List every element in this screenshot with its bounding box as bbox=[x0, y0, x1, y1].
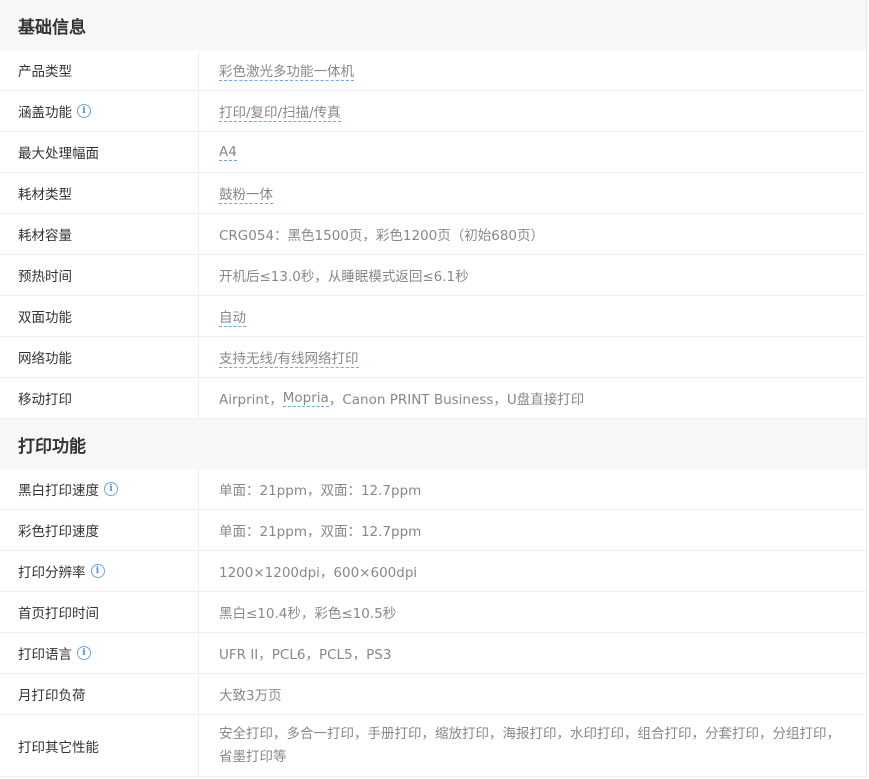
spec-row: 涵盖功能 i 打印/复印/扫描/传真 bbox=[0, 91, 866, 132]
spec-value-link[interactable]: Mopria bbox=[282, 390, 329, 407]
spec-label: 打印语言 i bbox=[0, 633, 199, 673]
spec-value: 鼓粉一体 bbox=[199, 173, 866, 213]
section-title-print: 打印功能 bbox=[0, 419, 866, 469]
spec-label: 移动打印 bbox=[0, 378, 199, 418]
info-icon[interactable]: i bbox=[77, 646, 91, 660]
spec-value: UFR II，PCL6，PCL5，PS3 bbox=[219, 647, 392, 663]
spec-value: 单面：21ppm，双面：12.7ppm bbox=[219, 524, 422, 540]
spec-value: 打印/复印/扫描/传真 bbox=[199, 91, 866, 131]
spec-value: 1200×1200dpi，600×600dpi bbox=[219, 565, 418, 581]
spec-value-link[interactable]: 鼓粉一体 bbox=[219, 183, 273, 204]
spec-label: 耗材类型 bbox=[0, 173, 199, 213]
spec-row: 打印分辨率 i 1200×1200dpi，600×600dpi bbox=[0, 551, 866, 592]
spec-value-link[interactable]: A4 bbox=[219, 144, 237, 161]
spec-label: 打印其它性能 bbox=[0, 715, 199, 776]
spec-label: 双面功能 bbox=[0, 296, 199, 336]
spec-row: 移动打印 Airprint， Mopria ，Canon PRINT Busines… bbox=[0, 378, 866, 419]
spec-label: 月打印负荷 bbox=[0, 674, 199, 714]
spec-label: 黑白打印速度 i bbox=[0, 469, 199, 509]
spec-label: 最大处理幅面 bbox=[0, 132, 199, 172]
spec-row: 网络功能 支持无线/有线网络打印 bbox=[0, 337, 866, 378]
spec-value: CRG054：黑色1500页，彩色1200页（初始680页） bbox=[219, 228, 545, 244]
spec-label: 首页打印时间 bbox=[0, 592, 199, 632]
spec-row: 产品类型 彩色激光多功能一体机 bbox=[0, 50, 866, 91]
spec-label: 彩色打印速度 bbox=[0, 510, 199, 550]
spec-label: 预热时间 bbox=[0, 255, 199, 295]
spec-value: Airprint， Mopria ，Canon PRINT Business，U盘直… bbox=[219, 389, 585, 409]
spec-value-link[interactable]: 彩色激光多功能一体机 bbox=[219, 60, 354, 81]
spec-row: 最大处理幅面 A4 bbox=[0, 132, 866, 173]
spec-label: 网络功能 bbox=[0, 337, 199, 377]
info-icon[interactable]: i bbox=[104, 482, 118, 496]
spec-value-link[interactable]: 自动 bbox=[219, 306, 246, 327]
spec-value-link[interactable]: 打印/复印/扫描/传真 bbox=[219, 101, 341, 122]
spec-value: 单面：21ppm，双面：12.7ppm bbox=[219, 483, 422, 499]
spec-value-link[interactable]: 支持无线/有线网络打印 bbox=[219, 347, 359, 368]
spec-row: 耗材类型 鼓粉一体 bbox=[0, 173, 866, 214]
info-icon[interactable]: i bbox=[90, 564, 105, 578]
spec-row: 打印语言 i UFR II，PCL6，PCL5，PS3 bbox=[0, 633, 866, 674]
info-icon[interactable]: i bbox=[77, 104, 91, 118]
spec-table: 基础信息 产品类型 彩色激光多功能一体机 涵盖功能 i 打印/复印/扫描/传真 最… bbox=[0, 0, 867, 777]
spec-label: 打印分辨率 i bbox=[0, 551, 199, 591]
spec-row: 耗材容量 CRG054：黑色1500页，彩色1200页（初始680页） bbox=[0, 214, 866, 255]
spec-row: 彩色打印速度 单面：21ppm，双面：12.7ppm bbox=[0, 510, 866, 551]
spec-value: 安全打印，多合一打印，手册打印，缩放打印，海报打印，水印打印，组合打印，分套打印… bbox=[219, 725, 840, 765]
spec-row: 月打印负荷 大致3万页 bbox=[0, 674, 866, 715]
spec-label: 耗材容量 bbox=[0, 214, 199, 254]
spec-row: 双面功能 自动 bbox=[0, 296, 866, 337]
spec-label: 产品类型 bbox=[0, 50, 199, 90]
spec-value: 自动 bbox=[199, 296, 866, 336]
spec-row: 首页打印时间 黑白≤10.4秒，彩色≤10.5秒 bbox=[0, 592, 866, 633]
spec-value: 彩色激光多功能一体机 bbox=[199, 50, 866, 90]
spec-row: 打印其它性能 安全打印，多合一打印，手册打印，缩放打印，海报打印，水印打印，组合… bbox=[0, 715, 866, 777]
section-title-basic: 基础信息 bbox=[0, 0, 866, 50]
spec-row: 预热时间 开机后≤13.0秒，从睡眠模式返回≤6.1秒 bbox=[0, 255, 866, 296]
spec-value: 开机后≤13.0秒，从睡眠模式返回≤6.1秒 bbox=[219, 269, 469, 285]
spec-row: 黑白打印速度 i 单面：21ppm，双面：12.7ppm bbox=[0, 469, 866, 510]
spec-value: A4 bbox=[199, 132, 866, 172]
spec-value: 大致3万页 bbox=[219, 688, 282, 704]
spec-label: 涵盖功能 i bbox=[0, 91, 199, 131]
spec-value: 黑白≤10.4秒，彩色≤10.5秒 bbox=[219, 606, 397, 622]
spec-value: 支持无线/有线网络打印 bbox=[199, 337, 866, 377]
